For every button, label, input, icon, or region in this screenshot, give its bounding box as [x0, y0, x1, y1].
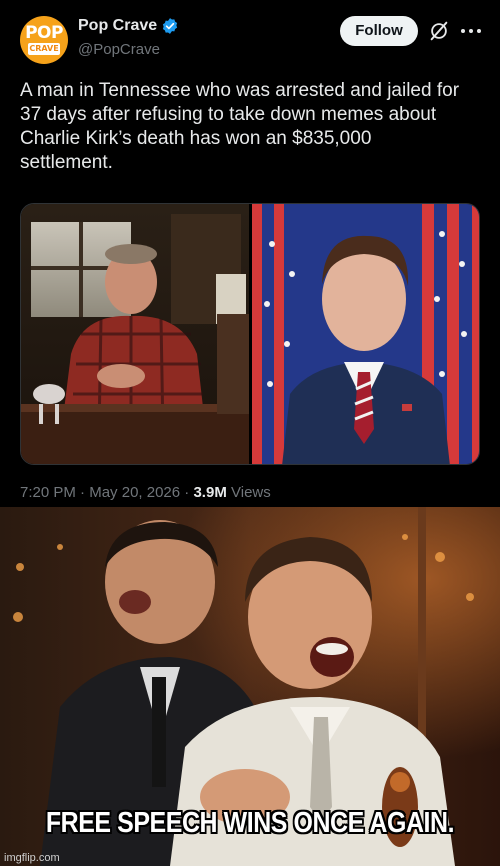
more-icon[interactable] [460, 28, 482, 34]
tweet-card: POP CRAVE Pop Crave @PopCrave Follow A m… [0, 0, 500, 507]
views-count[interactable]: 3.9M [193, 484, 226, 501]
avatar-text-bottom: CRAVE [28, 43, 60, 55]
account-name-row: Pop Crave [78, 17, 179, 35]
meta-separator: · [80, 484, 86, 501]
follow-button[interactable]: Follow [340, 16, 418, 46]
views-label: Views [231, 484, 271, 501]
meme-image: FREE SPEECH WINS ONCE AGAIN. imgflip.com [0, 507, 500, 866]
tweet-text-line: Charlie Kirk’s death has won an $835,000 [20, 128, 372, 149]
photo-man-at-table[interactable] [21, 204, 249, 465]
account-handle[interactable]: @PopCrave [78, 41, 160, 58]
grok-icon[interactable] [428, 20, 450, 42]
meta-separator: · [184, 484, 190, 501]
tweet-meta: 7:20 PM · May 20, 2026 · 3.9M Views [20, 484, 271, 501]
tweet-text: A man in Tennessee who was arrested and … [20, 79, 490, 175]
avatar-text-top: POP [25, 23, 63, 43]
tweet-time[interactable]: 7:20 PM [20, 484, 76, 501]
tweet-date[interactable]: May 20, 2026 [89, 484, 180, 501]
tweet-media[interactable] [20, 203, 480, 465]
tweet-text-line: 37 days after refusing to take down meme… [20, 104, 437, 125]
tweet-text-line: A man in Tennessee who was arrested and … [20, 80, 460, 101]
display-name[interactable]: Pop Crave [78, 17, 157, 35]
tweet-text-line: settlement. [20, 152, 113, 173]
avatar[interactable]: POP CRAVE [20, 16, 68, 64]
meme-caption: FREE SPEECH WINS ONCE AGAIN. [45, 807, 455, 839]
imgflip-watermark: imgflip.com [4, 852, 60, 864]
verified-badge-icon [163, 18, 178, 34]
photo-man-with-flags[interactable] [252, 204, 480, 465]
